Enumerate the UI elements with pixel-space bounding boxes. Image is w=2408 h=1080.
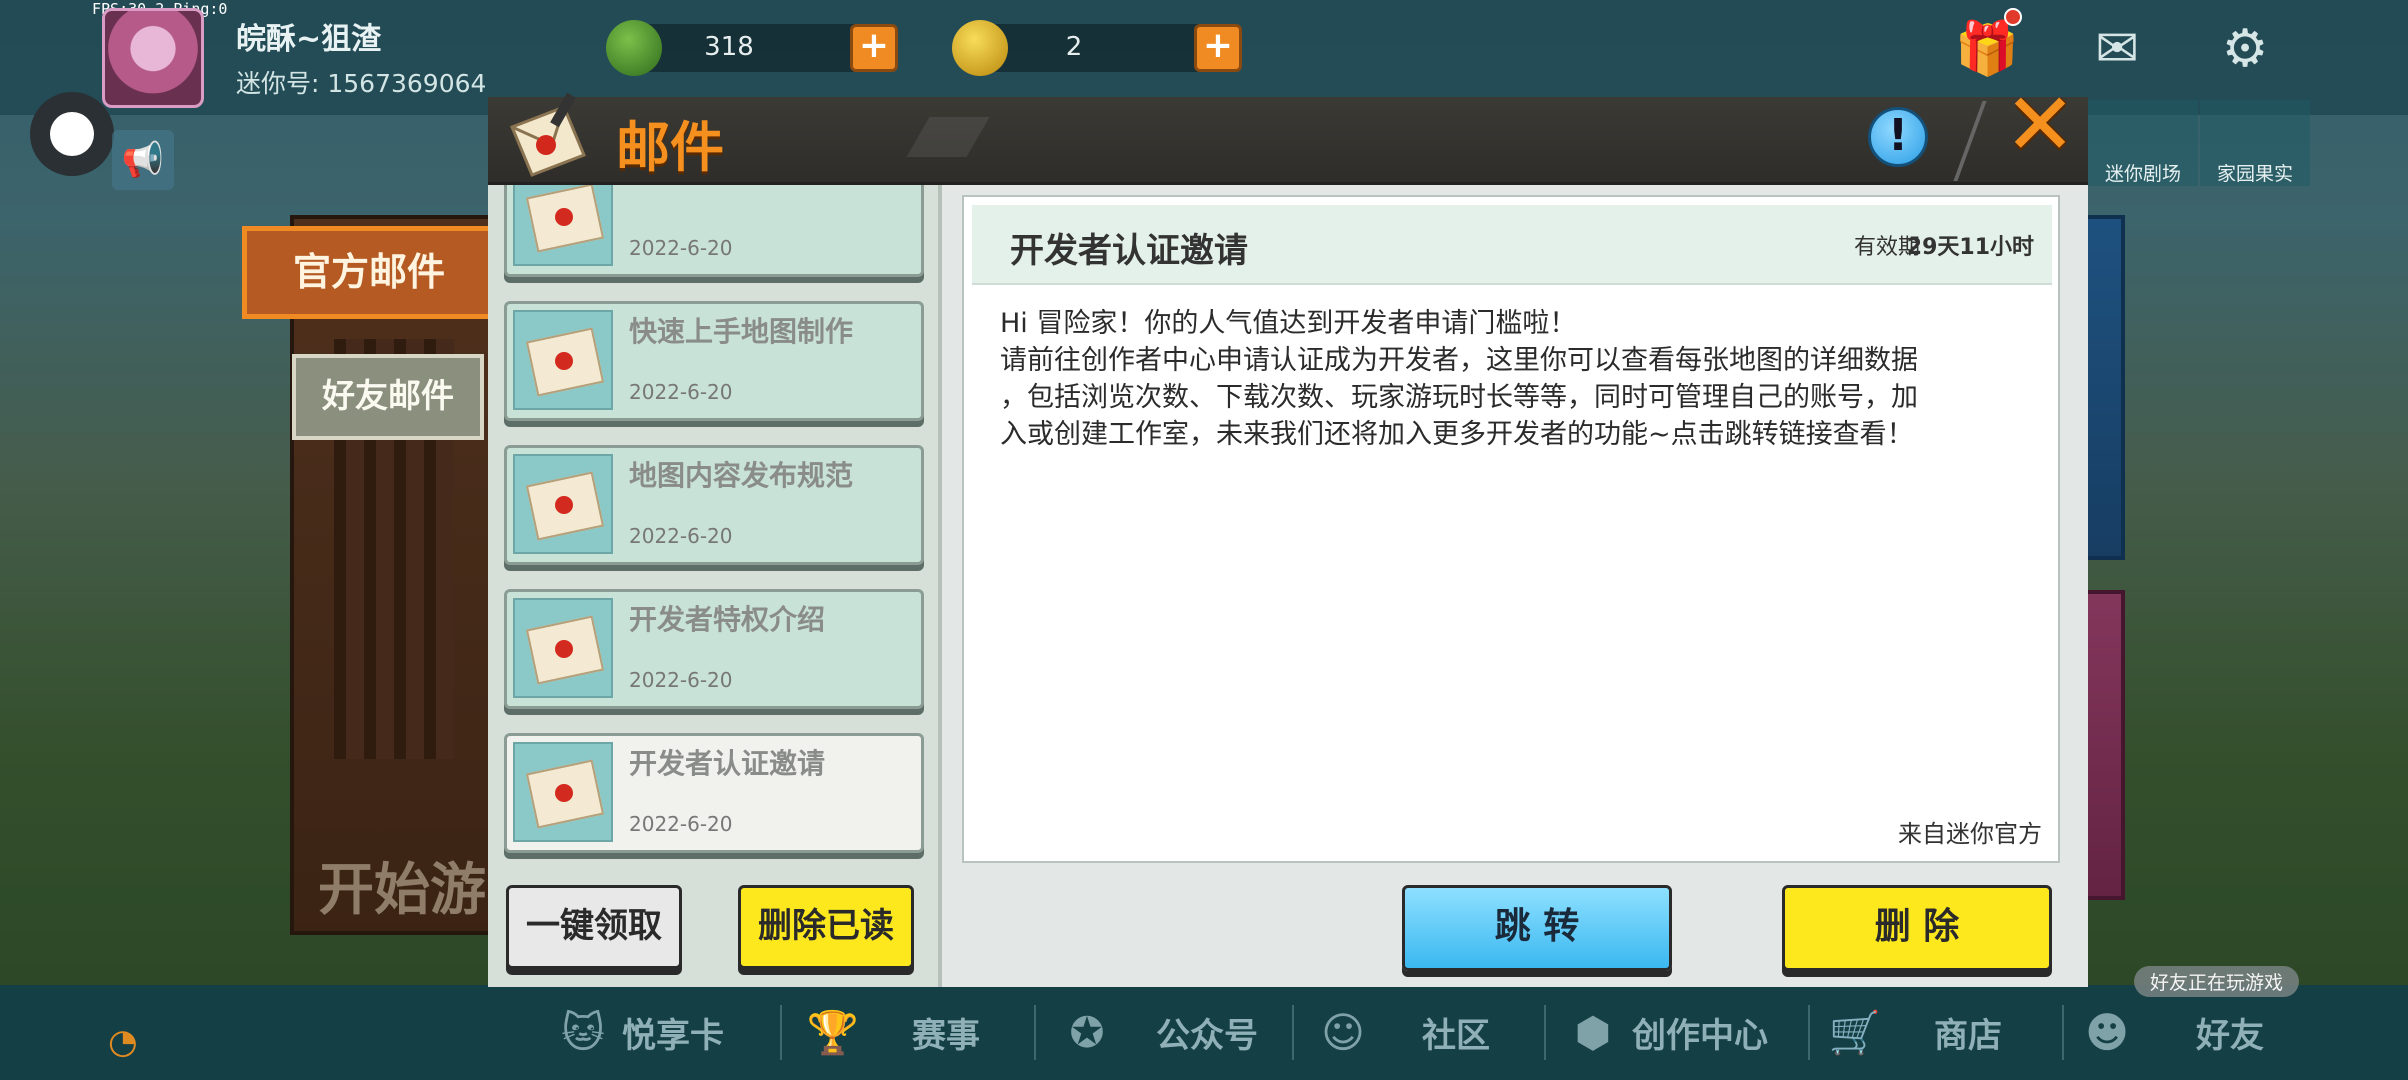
mail-icon[interactable]: ✉ [2082, 14, 2152, 84]
gear-icon[interactable]: ⚙ [2210, 14, 2280, 84]
mail-detail-card: 开发者认证邀请 有效期： 29天11小时 Hi 冒险家！你的人气值达到开发者申请… [962, 195, 2060, 863]
mail-item-date: 2022-6-20 [629, 524, 733, 548]
mail-detail-header: 开发者认证邀请 有效期： 29天11小时 [972, 205, 2052, 285]
nav-item-community[interactable]: ☺ 社区 [1316, 985, 1490, 1080]
mail-detail-title: 开发者认证邀请 [1010, 231, 1248, 271]
mini-coin-value: 2 [1065, 32, 1083, 62]
cube-icon: ⬢ [1574, 1007, 1612, 1057]
home-orchard-label: 家园果实 [2216, 163, 2293, 185]
mail-item-title: 开发者认证邀请 [629, 747, 826, 780]
delete-read-button[interactable]: 删除已读 [738, 885, 914, 969]
close-button[interactable]: ✕ [2000, 82, 2080, 168]
mail-body-line: 请前往创作者中心申请认证成为开发者，这里你可以查看每张地图的详细数据 [1000, 345, 1918, 376]
mail-content-panel: 开发者认证邀请 有效期： 29天11小时 Hi 冒险家！你的人气值达到开发者申请… [942, 185, 2088, 987]
nav-label: 赛事 [912, 1016, 980, 1056]
announcement-icon[interactable]: 📢 [112, 130, 174, 190]
jump-button[interactable]: 跳 转 [1402, 885, 1672, 971]
tab-friend-mail[interactable]: 好友邮件 [292, 354, 484, 440]
mail-list-panel[interactable]: 2022-6-20 快速上手地图制作 2022-6-20 地图内容发布规范 20… [488, 185, 942, 987]
nav-item-events[interactable]: 🏆 赛事 [806, 985, 980, 1080]
mail-list-item[interactable]: 开发者特权介绍 2022-6-20 [504, 589, 924, 709]
nav-label: 悦享卡 [622, 1016, 724, 1056]
mail-item-date: 2022-6-20 [629, 380, 733, 404]
nav-item-shop[interactable]: 🛒 商店 [1828, 985, 2002, 1080]
cat-icon: 🐱 [561, 1007, 605, 1057]
dialog-header: 邮件 ! ✕ [488, 82, 2088, 185]
mini-theater-label: 迷你剧场 [2104, 163, 2181, 185]
mail-sender: 来自迷你官方 [1898, 820, 2042, 848]
mail-list-item[interactable]: 地图内容发布规范 2022-6-20 [504, 445, 924, 565]
header-divider [1953, 101, 1987, 181]
mini-bean-value: 318 [704, 32, 754, 62]
nav-label: 社区 [1422, 1016, 1490, 1056]
nav-item-creator-center[interactable]: ⬢ 创作中心 [1566, 985, 1768, 1080]
mail-envelope-icon [513, 742, 613, 842]
mail-item-title: 地图内容发布规范 [629, 459, 854, 492]
cart-icon: 🛒 [1828, 1007, 1882, 1057]
nav-label: 创作中心 [1632, 1016, 1768, 1056]
mail-body-line: Hi 冒险家！你的人气值达到开发者申请门槛啦！ [1000, 308, 1577, 339]
info-button[interactable]: ! [1868, 107, 1928, 167]
mail-envelope-icon [513, 185, 613, 266]
friend-icon: ☻ [2085, 1007, 2129, 1057]
nav-divider [1808, 1005, 1810, 1060]
dialog-title: 邮件 [616, 116, 724, 179]
mail-envelope-icon [513, 310, 613, 410]
nav-item-official-account[interactable]: ✪ 公众号 [1060, 985, 1258, 1080]
mail-body-line: ，包括浏览次数、下载次数、玩家游玩时长等等，同时可管理自己的账号，加 [1000, 382, 1918, 413]
mail-item-title: 开发者特权介绍 [629, 603, 826, 636]
mail-detail-body: Hi 冒险家！你的人气值达到开发者申请门槛啦！ 请前往创作者中心申请认证成为开发… [1000, 305, 2030, 453]
mail-item-title: 快速上手地图制作 [629, 315, 854, 348]
header-decoration [906, 117, 990, 157]
gift-notification-dot [2004, 8, 2022, 26]
claim-all-button[interactable]: 一键领取 [506, 885, 682, 969]
expire-value: 29天11小时 [1906, 235, 2034, 260]
mail-list-item-selected[interactable]: 开发者认证邀请 2022-6-20 [504, 733, 924, 853]
trophy-icon: 🏆 [806, 1007, 860, 1057]
nav-item-vip-card[interactable]: 🐱 悦享卡 [556, 985, 724, 1080]
record-button[interactable] [30, 92, 114, 176]
mini-theater-button[interactable]: 迷你剧场 [2088, 100, 2198, 186]
nav-item-friends[interactable]: ☻ 好友 [2080, 985, 2264, 1080]
avatar[interactable] [102, 8, 204, 108]
bottom-nav: 🐱 悦享卡 🏆 赛事 ✪ 公众号 ☺ 社区 ⬢ 创作中心 🛒 商店 ☻ 好友 [0, 985, 2408, 1080]
nav-label: 公众号 [1156, 1016, 1258, 1056]
nav-divider [2062, 1005, 2064, 1060]
mail-list-item[interactable]: 2022-6-20 [504, 185, 924, 277]
badge-icon: ✪ [1069, 1007, 1105, 1057]
signal-icon: ◔ [108, 1022, 138, 1062]
envelope-icon [510, 92, 586, 177]
nav-divider [1544, 1005, 1546, 1060]
mail-dialog: 邮件 ! ✕ 2022-6-20 快速上手地图制作 2022-6-20 地图内容… [488, 82, 2088, 987]
community-icon: ☺ [1321, 1007, 1365, 1057]
mail-envelope-icon [513, 598, 613, 698]
home-orchard-button[interactable]: 家园果实 [2200, 100, 2310, 186]
tab-official-mail[interactable]: 官方邮件 [242, 226, 496, 319]
add-mini-bean-button[interactable]: + [850, 24, 898, 72]
mini-coin-counter: 2 + [952, 20, 1242, 76]
mail-item-date: 2022-6-20 [629, 236, 733, 260]
mini-bean-counter: 318 + [606, 20, 898, 76]
mail-item-date: 2022-6-20 [629, 812, 733, 836]
mail-body-line: 入或创建工作室，未来我们还将加入更多开发者的功能~点击跳转链接查看！ [1000, 419, 1914, 450]
nav-label: 商店 [1934, 1016, 2002, 1056]
mail-item-date: 2022-6-20 [629, 668, 733, 692]
nav-divider [780, 1005, 782, 1060]
nav-divider [1034, 1005, 1036, 1060]
add-mini-coin-button[interactable]: + [1194, 24, 1242, 72]
mail-list-item[interactable]: 快速上手地图制作 2022-6-20 [504, 301, 924, 421]
mail-envelope-icon [513, 454, 613, 554]
nav-divider [1292, 1005, 1294, 1060]
friend-status-tooltip: 好友正在玩游戏 [2134, 966, 2300, 997]
nav-label: 好友 [2196, 1016, 2264, 1056]
user-id: 迷你号: 1567369064 [236, 69, 487, 98]
username: 皖酥~狙渣 [236, 22, 382, 57]
delete-button[interactable]: 删 除 [1782, 885, 2052, 971]
